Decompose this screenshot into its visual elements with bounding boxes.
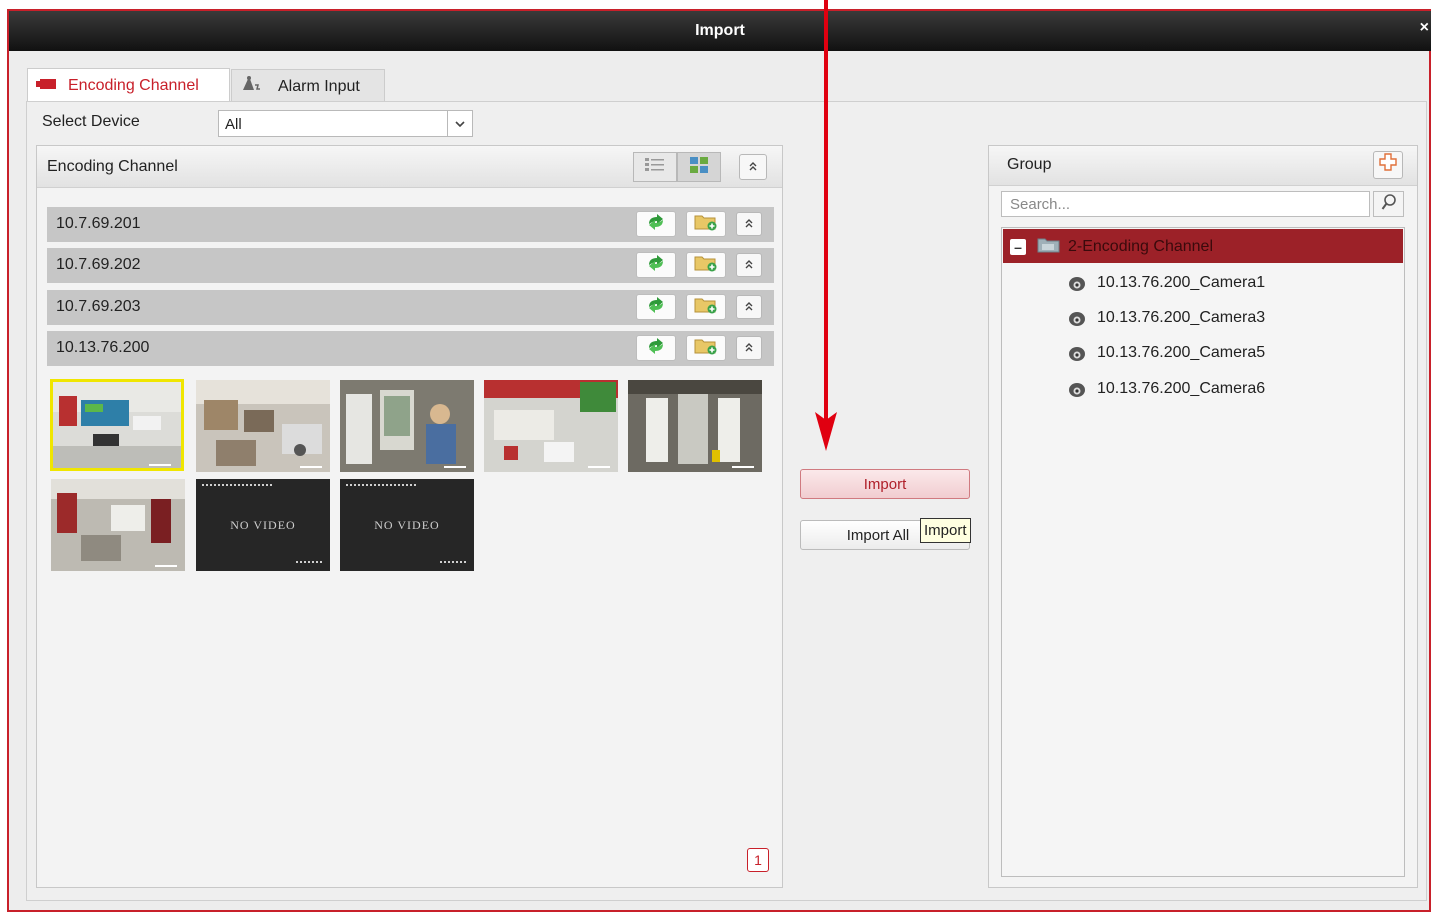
- refresh-button[interactable]: [636, 211, 676, 237]
- select-device-label: Select Device: [42, 113, 140, 130]
- grid-view-button[interactable]: [677, 152, 721, 182]
- collapse-device-button[interactable]: [736, 295, 762, 319]
- tree-item-camera[interactable]: 10.13.76.200_Camera6: [1068, 378, 1265, 400]
- device-select-value: All: [225, 116, 242, 133]
- search-icon: [1381, 193, 1397, 215]
- tab-encoding-channel-label: Encoding Channel: [68, 76, 199, 94]
- double-chevron-up-icon: [744, 218, 754, 231]
- annotation-arrow: [814, 0, 838, 452]
- tab-alarm-input[interactable]: Alarm Input: [231, 69, 385, 103]
- double-chevron-up-icon: [744, 301, 754, 314]
- device-ip: 10.13.76.200: [56, 339, 150, 356]
- tree-item-camera[interactable]: 10.13.76.200_Camera1: [1068, 272, 1265, 294]
- import-button[interactable]: Import: [800, 469, 970, 499]
- timestamp-overlay: [202, 484, 272, 490]
- no-video-label: NO VIDEO: [230, 517, 296, 532]
- double-chevron-up-icon: [744, 259, 754, 272]
- camera-icon: [1068, 309, 1086, 327]
- channel-thumbnail[interactable]: [50, 379, 184, 471]
- alarm-input-icon: [240, 75, 262, 98]
- collapse-device-button[interactable]: [736, 336, 762, 360]
- import-all-label: Import All: [846, 526, 910, 544]
- device-row[interactable]: 10.13.76.200: [47, 331, 774, 366]
- camera-label: 10.13.76.200_Camera1: [1097, 274, 1266, 291]
- collapse-panel-button[interactable]: [739, 154, 767, 180]
- channel-thumbnail[interactable]: [484, 380, 618, 472]
- chevron-down-icon[interactable]: [447, 111, 472, 136]
- channel-thumbnail[interactable]: [51, 479, 185, 571]
- folder-add-icon: [694, 296, 718, 318]
- refresh-icon: [645, 297, 667, 317]
- channel-name-overlay: [296, 561, 322, 565]
- encoding-channel-panel-title: Encoding Channel: [47, 158, 178, 175]
- plus-icon: [1379, 153, 1397, 177]
- collapse-device-button[interactable]: [736, 212, 762, 236]
- list-view-button[interactable]: [633, 152, 677, 182]
- no-video-thumbnail[interactable]: NO VIDEO: [196, 479, 330, 571]
- list-view-icon: [644, 157, 666, 177]
- tree-node-encoding-channel[interactable]: – 2-Encoding Channel: [1003, 229, 1403, 263]
- camera-label: 10.13.76.200_Camera5: [1097, 344, 1266, 361]
- device-ip: 10.7.69.203: [56, 298, 141, 315]
- group-panel-title: Group: [1007, 156, 1052, 173]
- search-placeholder: Search...: [1010, 196, 1071, 213]
- camera-icon: [1068, 274, 1086, 292]
- device-row[interactable]: 10.7.69.202: [47, 248, 774, 283]
- device-ip: 10.7.69.201: [56, 215, 141, 232]
- add-to-group-button[interactable]: [686, 335, 726, 361]
- tree-item-camera[interactable]: 10.13.76.200_Camera3: [1068, 307, 1265, 329]
- refresh-button[interactable]: [636, 294, 676, 320]
- add-group-button[interactable]: [1373, 151, 1403, 179]
- dialog-title-bar: Import: [9, 11, 1431, 51]
- timestamp-overlay: [346, 484, 416, 490]
- grid-view-icon: [689, 156, 709, 178]
- device-ip: 10.7.69.202: [56, 256, 141, 273]
- refresh-button[interactable]: [636, 335, 676, 361]
- refresh-button[interactable]: [636, 252, 676, 278]
- folder-icon: [1037, 237, 1061, 257]
- add-to-group-button[interactable]: [686, 252, 726, 278]
- tree-node-label: 2-Encoding Channel: [1068, 238, 1213, 255]
- double-chevron-up-icon: [748, 161, 758, 174]
- device-select[interactable]: All: [218, 110, 473, 137]
- add-to-group-button[interactable]: [686, 211, 726, 237]
- camera-icon: [36, 77, 58, 95]
- refresh-icon: [645, 214, 667, 234]
- channel-thumbnail[interactable]: [340, 380, 474, 472]
- refresh-icon: [645, 255, 667, 275]
- double-chevron-up-icon: [744, 342, 754, 355]
- page-number-button[interactable]: 1: [747, 848, 769, 872]
- camera-icon: [1068, 344, 1086, 362]
- dialog-title: Import: [695, 22, 745, 39]
- refresh-icon: [645, 338, 667, 358]
- device-row[interactable]: 10.7.69.201: [47, 207, 774, 242]
- collapse-node-icon[interactable]: –: [1010, 239, 1026, 255]
- folder-add-icon: [694, 337, 718, 359]
- channel-thumbnail[interactable]: [628, 380, 762, 472]
- group-search-input[interactable]: Search...: [1001, 191, 1370, 217]
- camera-label: 10.13.76.200_Camera3: [1097, 309, 1266, 326]
- tooltip: Import: [920, 518, 971, 543]
- tab-encoding-channel[interactable]: Encoding Channel: [27, 68, 230, 102]
- collapse-device-button[interactable]: [736, 253, 762, 277]
- channel-thumbnail[interactable]: [196, 380, 330, 472]
- camera-label: 10.13.76.200_Camera6: [1097, 380, 1266, 397]
- no-video-label: NO VIDEO: [374, 517, 440, 532]
- folder-add-icon: [694, 213, 718, 235]
- device-row[interactable]: 10.7.69.203: [47, 290, 774, 325]
- camera-icon: [1068, 380, 1086, 398]
- tab-alarm-input-label: Alarm Input: [278, 77, 360, 95]
- group-panel-header: [989, 146, 1417, 186]
- no-video-thumbnail[interactable]: NO VIDEO: [340, 479, 474, 571]
- add-to-group-button[interactable]: [686, 294, 726, 320]
- folder-add-icon: [694, 254, 718, 276]
- tree-item-camera[interactable]: 10.13.76.200_Camera5: [1068, 342, 1265, 364]
- channel-name-overlay: [440, 561, 466, 565]
- search-button[interactable]: [1373, 191, 1404, 217]
- close-icon[interactable]: ×: [1420, 19, 1429, 37]
